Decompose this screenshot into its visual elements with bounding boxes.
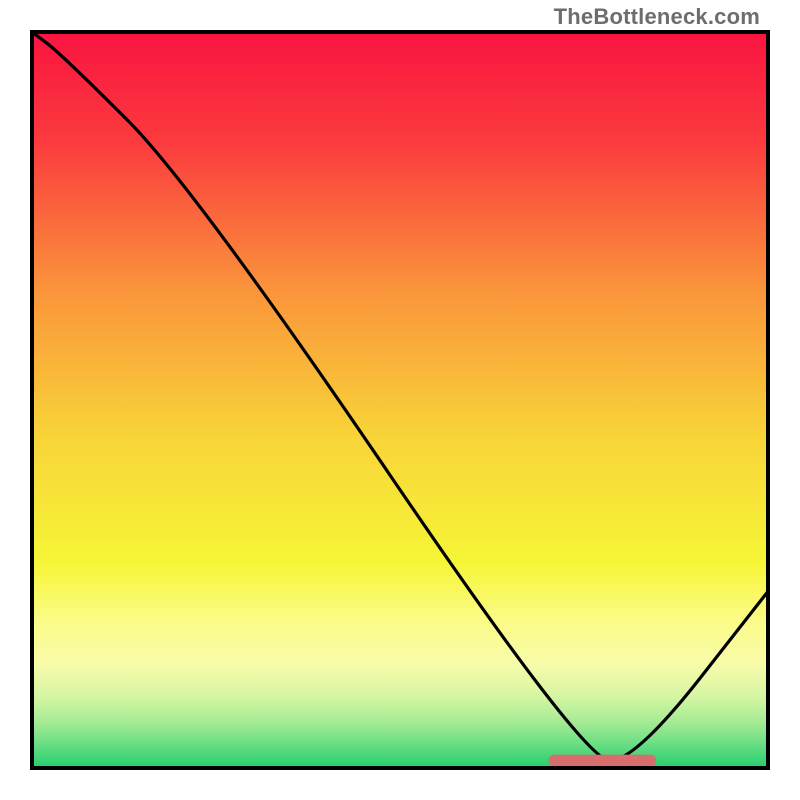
chart-svg xyxy=(0,0,800,800)
gradient-background xyxy=(32,32,768,768)
chart-canvas xyxy=(0,0,800,800)
watermark: TheBottleneck.com xyxy=(554,4,760,30)
